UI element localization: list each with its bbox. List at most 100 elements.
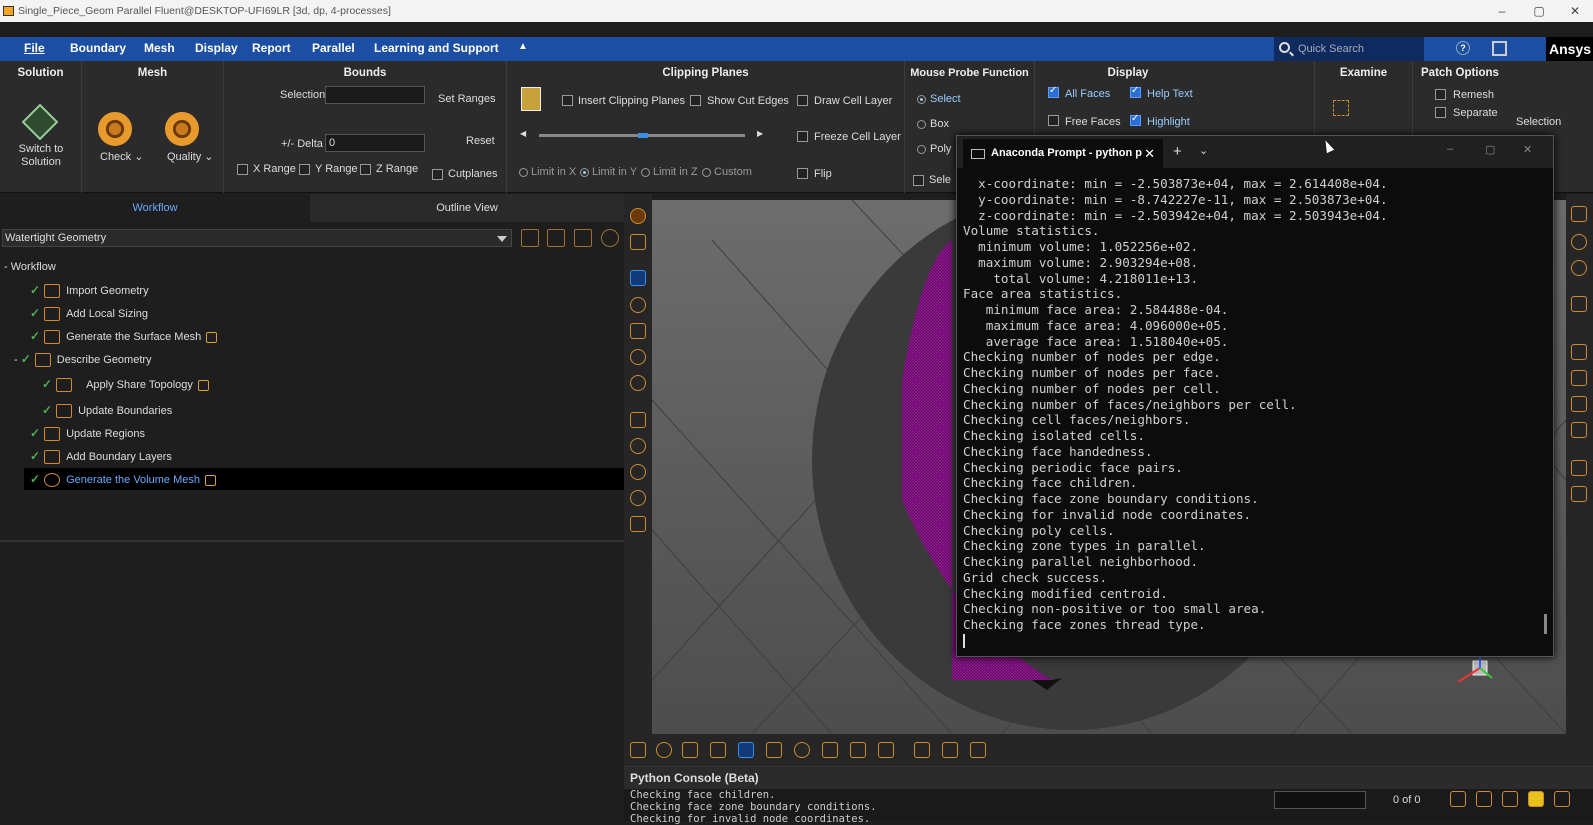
quality-icon[interactable] — [165, 112, 199, 146]
refresh-workflow-icon[interactable] — [574, 229, 592, 247]
cluster-select-icon[interactable] — [794, 742, 810, 758]
menu-file[interactable]: File — [24, 41, 45, 55]
ruler-icon[interactable] — [630, 412, 646, 428]
collapse-ribbon-icon[interactable]: ▲ — [518, 41, 528, 52]
tab-dropdown-icon[interactable]: ⌄ — [1199, 144, 1208, 157]
close-button[interactable]: ✕ — [1557, 0, 1593, 22]
help-icon[interactable]: ? — [1456, 41, 1470, 55]
menu-boundary[interactable]: Boundary — [70, 41, 126, 55]
flip-checkbox[interactable] — [797, 168, 808, 179]
insert-clipping-checkbox[interactable] — [562, 95, 573, 106]
tool-a-icon[interactable] — [914, 742, 930, 758]
prompt-maximize-button[interactable]: ▢ — [1485, 143, 1495, 156]
quick-search-input[interactable]: Quick Search — [1274, 37, 1424, 61]
tree-root[interactable]: - Workflow — [4, 256, 56, 278]
face-select-icon[interactable] — [710, 742, 726, 758]
clipping-slider[interactable] — [539, 133, 745, 138]
zoom-icon[interactable] — [630, 349, 646, 365]
switch-to-solution-icon[interactable] — [21, 103, 59, 141]
task-add-local-sizing[interactable]: ✓ Add Local Sizing — [30, 302, 148, 324]
limit-x-radio[interactable] — [519, 168, 528, 177]
note-icon[interactable] — [204, 474, 216, 486]
task-describe-geometry[interactable]: - ✓ Describe Geometry — [14, 348, 152, 370]
examine-icon[interactable] — [1333, 100, 1349, 116]
tool-b-icon[interactable] — [942, 742, 958, 758]
help-workflow-icon[interactable] — [601, 229, 619, 247]
point-select-icon[interactable] — [656, 742, 672, 758]
z-range-checkbox[interactable] — [360, 164, 371, 175]
probe-select-radio[interactable] — [917, 95, 926, 104]
task-apply-share-topology[interactable]: ✓ Apply Share Topology — [42, 371, 209, 398]
distance-icon[interactable] — [850, 742, 866, 758]
edge-select-icon[interactable] — [682, 742, 698, 758]
all-faces-checkbox[interactable] — [1048, 85, 1059, 98]
prompt-tab[interactable]: Anaconda Prompt - python p ✕ — [963, 139, 1163, 168]
task-generate-volume-mesh[interactable]: ✓ Generate the Volume Mesh — [24, 468, 624, 490]
task-import-geometry[interactable]: ✓ Import Geometry — [30, 279, 149, 301]
right-tool-8-icon[interactable] — [1571, 422, 1587, 438]
task-add-boundary-layers[interactable]: ✓ Add Boundary Layers — [30, 445, 172, 467]
tab-workflow[interactable]: Workflow — [0, 194, 310, 222]
right-tool-9-icon[interactable] — [1571, 460, 1587, 476]
collapse-icon[interactable]: - — [14, 354, 21, 366]
zoom-fit-icon[interactable] — [630, 438, 646, 454]
set-ranges-button[interactable]: Set Ranges — [438, 93, 495, 105]
right-tool-2-icon[interactable] — [1571, 234, 1587, 250]
zoom-in-icon[interactable] — [630, 464, 646, 480]
right-tool-10-icon[interactable] — [1571, 486, 1587, 502]
y-range-checkbox[interactable] — [299, 164, 310, 175]
terminal-scrollbar[interactable] — [1544, 614, 1547, 634]
note-icon[interactable] — [197, 379, 209, 391]
insert-clipping-icon[interactable] — [521, 87, 541, 111]
layout-icon[interactable] — [1492, 41, 1507, 56]
axes-icon[interactable] — [630, 516, 646, 532]
slider-left-arrow[interactable]: ◀ — [520, 129, 526, 138]
region-select-icon[interactable] — [822, 742, 838, 758]
probe-sele-checkbox[interactable] — [913, 175, 924, 186]
right-tool-7-icon[interactable] — [1571, 396, 1587, 412]
limit-z-radio[interactable] — [641, 168, 650, 177]
quality-button[interactable]: Quality ⌄ — [167, 150, 214, 163]
collapse-icon[interactable]: - — [4, 261, 8, 273]
menu-learning-support[interactable]: Learning and Support — [374, 41, 499, 55]
selection-button[interactable]: Selection — [1516, 116, 1561, 128]
prompt-minimize-button[interactable]: – — [1447, 143, 1453, 155]
switch-to-solution-button[interactable]: Switch to Solution — [0, 143, 82, 169]
delta-input[interactable]: 0 — [325, 134, 425, 152]
clear-icon[interactable] — [1502, 791, 1518, 807]
clipping-icon[interactable] — [630, 234, 646, 250]
prompt-close-button[interactable]: ✕ — [1523, 143, 1532, 156]
slider-right-arrow[interactable]: ▶ — [757, 129, 763, 138]
body-select-icon[interactable] — [766, 742, 782, 758]
anaconda-prompt-window[interactable]: Anaconda Prompt - python p ✕ + ⌄ – ▢ ✕ x… — [956, 135, 1554, 657]
pointer-icon[interactable] — [630, 270, 646, 286]
zoom-out-icon[interactable] — [630, 490, 646, 506]
right-tool-4-icon[interactable] — [1571, 296, 1587, 312]
menu-parallel[interactable]: Parallel — [312, 41, 355, 55]
show-cut-edges-checkbox[interactable] — [690, 95, 701, 106]
menu-report[interactable]: Report — [252, 41, 291, 55]
probe-poly-radio[interactable] — [917, 145, 926, 154]
task-update-boundaries[interactable]: ✓ Update Boundaries — [42, 399, 172, 421]
probe-box-radio[interactable] — [917, 120, 926, 129]
slider-thumb[interactable] — [638, 133, 648, 138]
task-generate-surface-mesh[interactable]: ✓ Generate the Surface Mesh — [30, 325, 218, 347]
save-workflow-icon[interactable] — [547, 229, 565, 247]
separate-checkbox[interactable] — [1435, 107, 1446, 118]
tab-close-icon[interactable]: ✕ — [1144, 139, 1155, 168]
remesh-checkbox[interactable] — [1435, 89, 1446, 100]
maximize-button[interactable]: ▢ — [1521, 0, 1557, 22]
menu-mesh[interactable]: Mesh — [144, 41, 175, 55]
check-icon[interactable] — [98, 112, 132, 146]
filter-icon[interactable] — [630, 742, 646, 758]
limit-y-radio[interactable] — [580, 168, 589, 177]
zone-select-icon[interactable] — [738, 742, 754, 758]
tab-outline-view[interactable]: Outline View — [310, 194, 624, 222]
info-icon[interactable] — [1554, 791, 1570, 807]
minimize-button[interactable]: – — [1484, 0, 1520, 22]
rotate-icon[interactable] — [630, 297, 646, 313]
connect-icon[interactable] — [878, 742, 894, 758]
console-search-input[interactable] — [1274, 791, 1366, 809]
highlight-checkbox[interactable] — [1130, 113, 1141, 126]
x-range-checkbox[interactable] — [237, 164, 248, 175]
